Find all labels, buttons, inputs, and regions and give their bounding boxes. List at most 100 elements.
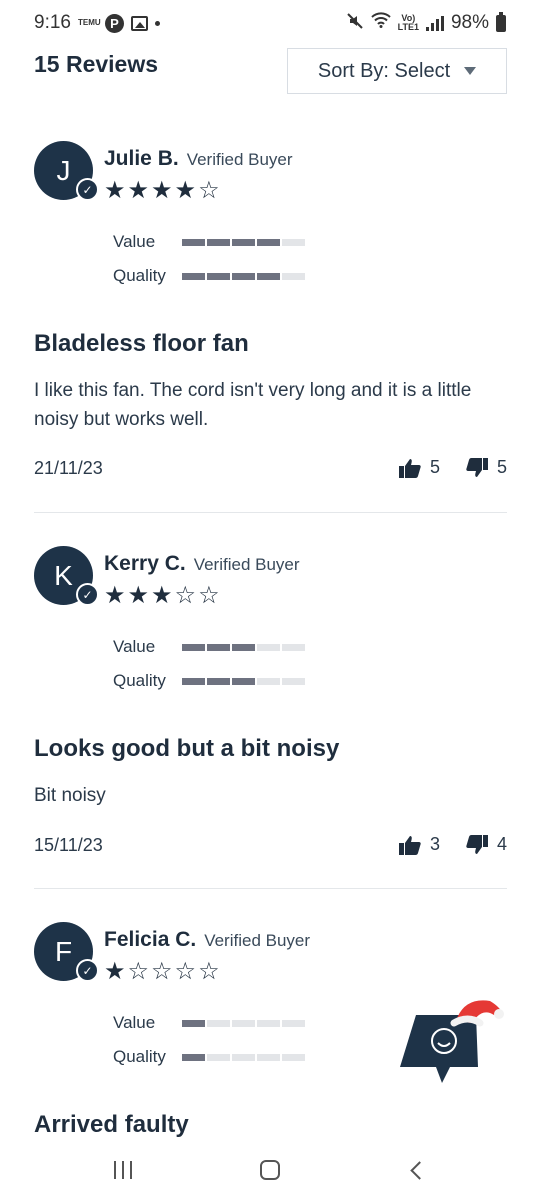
rating-segment [207, 1053, 230, 1061]
reviewer-name: Felicia C. [104, 928, 197, 951]
review-title: Bladeless floor fan [34, 330, 249, 357]
battery-icon [496, 11, 506, 32]
star-rating: ★ ★ ★ ★ ☆ [104, 179, 220, 203]
reviewer-line: Kerry C. Verified Buyer [104, 552, 300, 576]
star-empty-icon: ☆ [174, 958, 197, 985]
lte-label: LTE1 [397, 22, 419, 32]
verified-check-icon: ✓ [76, 583, 99, 606]
helpful-button[interactable]: 5 [398, 457, 440, 478]
rating-segment [282, 1019, 305, 1027]
system-nav-bar [0, 1140, 540, 1200]
rating-segment [282, 272, 305, 280]
verified-check-icon: ✓ [76, 178, 99, 201]
value-rating-row: Value [113, 1013, 305, 1033]
quality-label: Quality [113, 266, 166, 285]
rating-segment [182, 677, 205, 685]
rating-segment [257, 1019, 280, 1027]
star-empty-icon: ☆ [127, 958, 150, 985]
value-label: Value [113, 232, 156, 251]
rating-segment [257, 1053, 280, 1061]
back-button[interactable] [387, 1150, 447, 1190]
not-helpful-button[interactable]: 5 [466, 457, 507, 478]
wifi-icon [370, 12, 391, 34]
value-label: Value [113, 1013, 156, 1032]
rating-segment [182, 1053, 205, 1061]
quality-rating-row: Quality [113, 266, 305, 286]
star-filled-icon: ★ [151, 582, 173, 609]
gallery-notification-icon [130, 15, 148, 31]
rating-segment [257, 238, 280, 246]
not-helpful-count: 5 [496, 457, 507, 477]
rating-segment [182, 238, 205, 246]
not-helpful-button[interactable]: 4 [466, 834, 507, 855]
star-empty-icon: ☆ [198, 582, 220, 609]
rating-segment [207, 238, 230, 246]
helpful-count: 5 [429, 457, 440, 477]
rating-segment [232, 1019, 255, 1027]
review-date: 15/11/23 [34, 835, 103, 855]
value-rating-bar [182, 238, 305, 246]
pinterest-notification-icon: P [104, 13, 124, 33]
rating-segment [207, 643, 230, 651]
review-title: Arrived faulty [34, 1111, 189, 1138]
quality-rating-row: Quality [113, 671, 305, 691]
battery-percent: 98% [450, 12, 489, 33]
reviewer-line: Julie B. Verified Buyer [104, 147, 293, 171]
star-rating: ★ ★ ★ ☆ ☆ [104, 584, 220, 608]
value-label: Value [113, 637, 156, 656]
reviewer-name: Julie B. [104, 147, 179, 170]
thumbs-up-icon [398, 835, 421, 855]
rating-segment [207, 1019, 230, 1027]
quality-rating-row: Quality [113, 1047, 305, 1067]
quality-rating-bar [182, 677, 305, 685]
value-rating-row: Value [113, 232, 305, 252]
star-filled-icon: ★ [104, 958, 126, 985]
chat-support-icon [400, 1000, 504, 1083]
rating-segment [182, 643, 205, 651]
mute-icon [346, 12, 364, 34]
avatar-initial: K [54, 559, 73, 591]
verified-buyer-label: Verified Buyer [186, 150, 293, 169]
thumbs-down-icon [466, 834, 488, 854]
rating-segment [182, 1019, 205, 1027]
temu-notification-icon: TEMU [78, 19, 101, 27]
sort-select[interactable]: Sort By: Select [287, 48, 507, 94]
star-empty-icon: ☆ [151, 958, 173, 985]
recents-button[interactable] [93, 1150, 153, 1190]
status-right: Vo) LTE1 98% [346, 11, 506, 34]
signal-icon [425, 15, 444, 31]
helpful-count: 3 [429, 834, 440, 854]
review-date: 21/11/23 [34, 458, 103, 478]
value-rating-row: Value [113, 637, 305, 657]
more-notifications-icon [154, 20, 160, 26]
review-item: J ✓ Julie B. Verified Buyer ★ ★ ★ ★ ☆ Value … [34, 141, 507, 501]
sort-label: Sort By: Select [317, 59, 451, 82]
lte-icon: Vo) LTE1 [397, 13, 419, 32]
chat-support-button[interactable] [398, 993, 506, 1088]
star-filled-icon: ★ [151, 177, 173, 204]
rating-segment [282, 1053, 305, 1061]
rating-segment [257, 677, 280, 685]
star-filled-icon: ★ [174, 177, 197, 204]
quality-rating-bar [182, 1053, 305, 1061]
avatar-initial: J [56, 154, 71, 186]
rating-segment [232, 643, 255, 651]
home-icon [259, 1160, 280, 1180]
home-button[interactable] [240, 1150, 300, 1190]
review-divider [34, 888, 507, 889]
rating-segment [257, 643, 280, 651]
rating-segment [257, 272, 280, 280]
status-bar: 9:16 TEMU P Vo) LTE1 98% [0, 0, 540, 46]
rating-segment [282, 643, 305, 651]
star-empty-icon: ☆ [174, 582, 197, 609]
rating-segment [207, 272, 230, 280]
value-rating-bar [182, 1019, 305, 1027]
value-rating-bar [182, 643, 305, 651]
reviewer-name: Kerry C. [104, 552, 186, 575]
caret-down-icon [464, 67, 477, 75]
verified-check-icon: ✓ [76, 959, 99, 982]
helpful-button[interactable]: 3 [398, 834, 440, 855]
reviewer-line: Felicia C. Verified Buyer [104, 928, 310, 952]
quality-label: Quality [113, 1047, 166, 1066]
back-icon [410, 1160, 429, 1180]
